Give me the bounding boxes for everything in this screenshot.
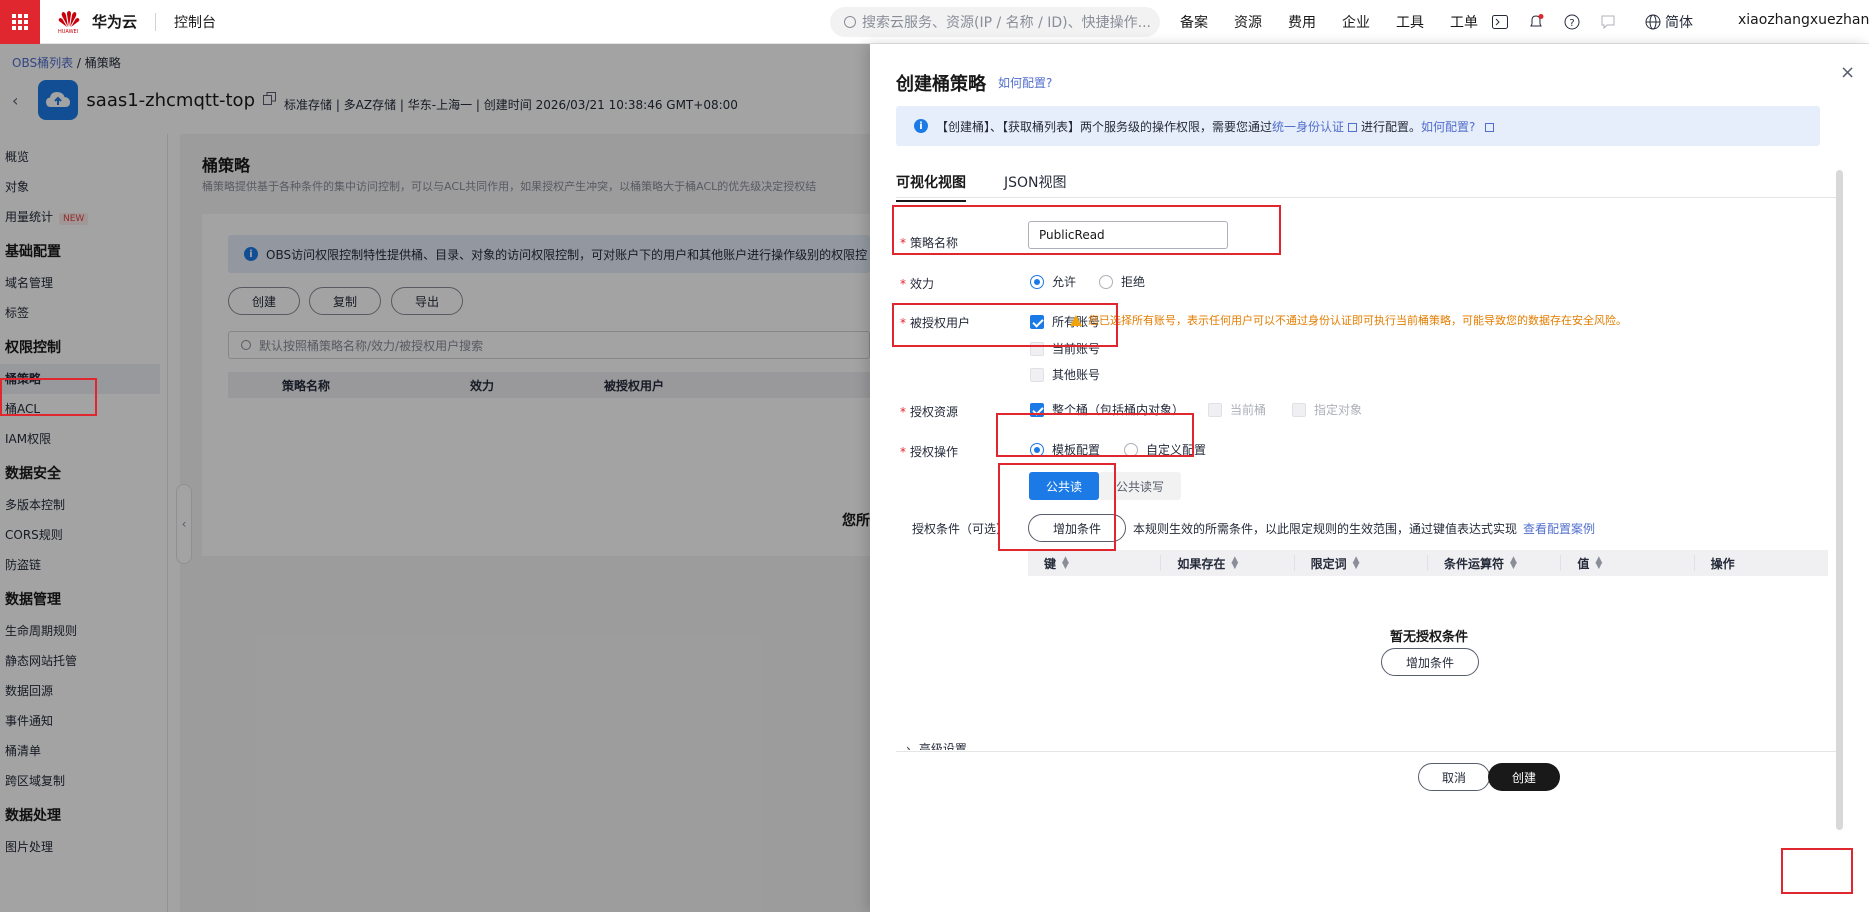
permission-notice: i 【创建桶】、【获取桶列表】两个服务级的操作权限，需要您通过 统一身份认证 进… [896, 106, 1820, 146]
help-icon[interactable]: ? [1562, 12, 1582, 32]
nav-tickets[interactable]: 工单 [1450, 12, 1478, 32]
iam-link[interactable]: 统一身份认证 [1272, 118, 1344, 135]
chevron-right-icon: › [906, 742, 911, 750]
policy-name-label: * 策略名称 [900, 236, 959, 250]
principal-current-account-checkbox[interactable]: 当前账号 [1030, 340, 1100, 357]
terminal-icon[interactable] [1490, 12, 1510, 32]
divider [155, 12, 157, 31]
top-icons: ? [1490, 12, 1634, 32]
create-button[interactable]: 创建 [1488, 763, 1560, 791]
grid-icon [12, 13, 28, 30]
template-public-read-button[interactable]: 公共读 [1029, 472, 1099, 500]
condition-label: 授权条件（可选） [912, 522, 1009, 536]
template-public-read-write-button[interactable]: 公共读写 [1099, 472, 1181, 500]
add-condition-button[interactable]: 增加条件 [1028, 514, 1126, 542]
sort-icon: ▲ ▼ [1510, 555, 1517, 571]
policy-name-input[interactable]: PublicRead [1028, 221, 1228, 249]
col-if-exists[interactable]: 如果存在 ▲ ▼ [1161, 555, 1295, 571]
external-link-icon [1485, 122, 1495, 132]
nav-enterprise[interactable]: 企业 [1342, 12, 1370, 32]
service-menu-button[interactable] [0, 0, 40, 44]
nav-resources[interactable]: 资源 [1234, 12, 1262, 32]
cancel-button[interactable]: 取消 [1418, 763, 1490, 791]
col-key[interactable]: 键 ▲ ▼ [1028, 555, 1162, 571]
search-placeholder: 搜索云服务、资源(IP / 名称 / ID)、快捷操作... [862, 15, 1151, 31]
notice-howto-link[interactable]: 如何配置? [1421, 118, 1475, 135]
external-link-icon [1348, 122, 1358, 132]
language-label: 简体 [1665, 15, 1693, 31]
advanced-settings-toggle[interactable]: › 高级设置 [906, 740, 967, 750]
sort-icon: ▲ ▼ [1231, 555, 1239, 571]
col-value[interactable]: 值 ▲ ▼ [1561, 555, 1695, 571]
info-icon: i [914, 119, 928, 133]
huawei-cloud-logo[interactable]: HUAWEI 华为云 [58, 10, 138, 35]
action-label: * 授权操作 [900, 445, 959, 459]
feedback-icon[interactable] [1598, 12, 1618, 32]
language-switcher[interactable]: 简体 [1645, 12, 1693, 32]
modal-overlay[interactable] [0, 44, 870, 912]
empty-add-condition-button[interactable]: 增加条件 [1381, 648, 1479, 676]
create-policy-drawer: 创建桶策略 如何配置? × i 【创建桶】、【获取桶列表】两个服务级的操作权限，… [870, 44, 1869, 912]
how-to-configure-link[interactable]: 如何配置? [998, 74, 1052, 91]
principal-warning: 您已选择所有账号，表示任何用户可以不通过身份认证即可执行当前桶策略，可能导致您的… [1070, 312, 1627, 328]
action-template-radio[interactable]: 模板配置 [1030, 441, 1100, 458]
principal-other-account-checkbox[interactable]: 其他账号 [1030, 366, 1100, 383]
search-icon [844, 16, 856, 28]
effect-label: * 效力 [900, 277, 935, 291]
resource-label: * 授权资源 [900, 405, 959, 419]
col-qualifier[interactable]: 限定词 ▲ ▼ [1295, 555, 1428, 571]
close-icon[interactable]: × [1840, 62, 1855, 83]
nav-filing[interactable]: 备案 [1180, 12, 1208, 32]
bell-icon[interactable] [1526, 12, 1546, 32]
drawer-title: 创建桶策略 [896, 74, 986, 95]
condition-description: 本规则生效的所需条件，以此限定规则的生效范围，通过键值表达式实现 查看配置案例 [1133, 522, 1596, 536]
action-custom-radio[interactable]: 自定义配置 [1124, 441, 1206, 458]
user-account-menu[interactable]: xiaozhangxuezhang1 [1738, 12, 1869, 28]
principal-label: * 被授权用户 [900, 316, 971, 330]
huawei-logo-icon: HUAWEI [58, 10, 84, 35]
empty-conditions-title: 暂无授权条件 [1390, 630, 1469, 645]
nav-tools[interactable]: 工具 [1396, 12, 1424, 32]
sort-icon: ▲ ▼ [1595, 555, 1603, 571]
resource-current-bucket-checkbox[interactable]: 当前桶 [1208, 401, 1266, 418]
drawer-scrollbar[interactable] [1836, 170, 1843, 830]
sort-icon: ▲ ▼ [1062, 555, 1069, 571]
col-actions: 操作 [1710, 556, 1735, 571]
footer-divider [896, 751, 1836, 752]
top-nav-links: 备案 资源 费用 企业 工具 工单 [1180, 0, 1504, 44]
warning-icon [1070, 314, 1082, 326]
resource-specific-objects-checkbox[interactable]: 指定对象 [1292, 401, 1362, 418]
condition-table-header: 键 ▲ ▼ 如果存在 ▲ ▼ 限定词 ▲ ▼ 条件运算符 ▲ ▼ 值 ▲ ▼ 操作 [1028, 550, 1828, 576]
nav-billing[interactable]: 费用 [1288, 12, 1316, 32]
tab-divider [896, 197, 1836, 198]
brand-name: 华为云 [92, 13, 138, 31]
globe-icon [1645, 14, 1661, 30]
effect-deny-radio[interactable]: 拒绝 [1099, 273, 1145, 290]
resource-whole-bucket-checkbox[interactable]: 整个桶（包括桶内对象） [1030, 401, 1184, 418]
global-search-input[interactable]: 搜索云服务、资源(IP / 名称 / ID)、快捷操作... [830, 7, 1160, 37]
svg-text:?: ? [1569, 18, 1574, 29]
sort-icon: ▲ ▼ [1352, 555, 1360, 571]
view-examples-link[interactable]: 查看配置案例 [1523, 522, 1595, 536]
col-operator[interactable]: 条件运算符 ▲ ▼ [1428, 555, 1562, 571]
effect-allow-radio[interactable]: 允许 [1030, 273, 1076, 290]
console-link[interactable]: 控制台 [174, 12, 216, 32]
